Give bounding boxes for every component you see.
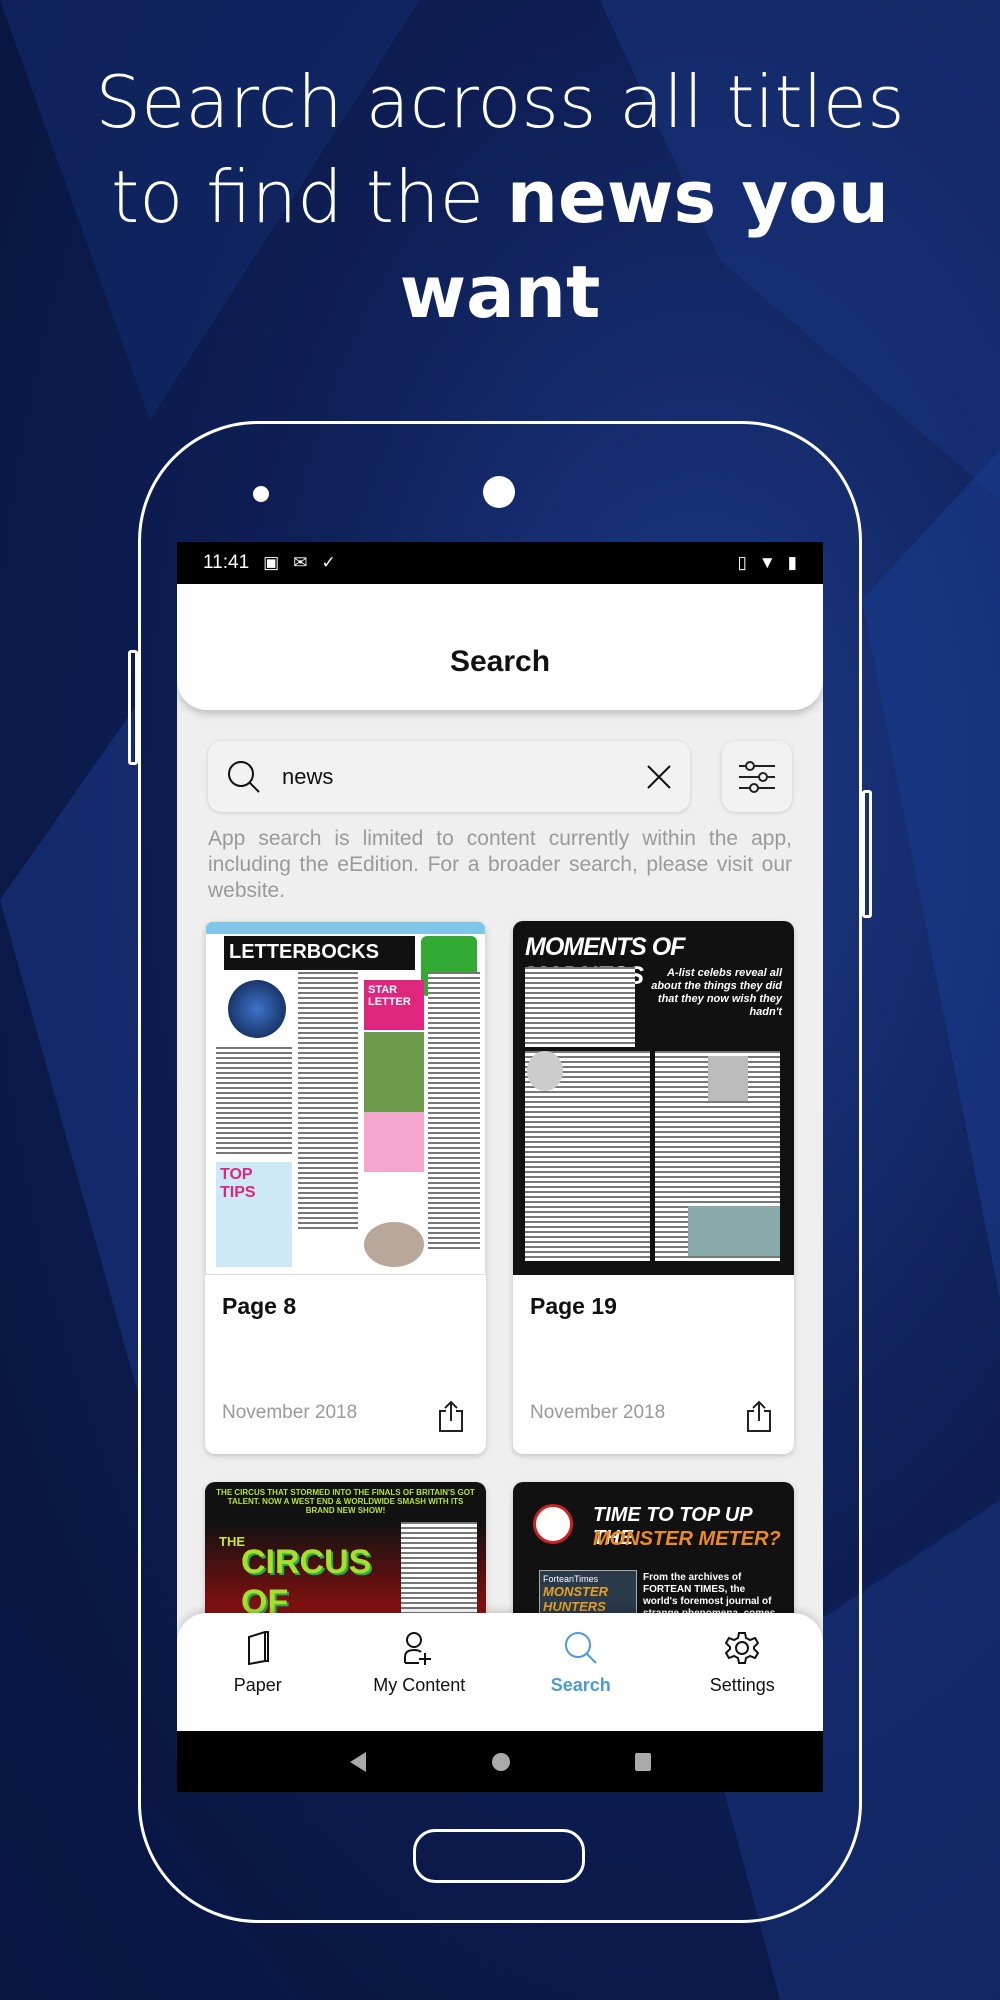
image-icon: ▣ [263,553,280,572]
nav-settings[interactable]: Settings [662,1613,824,1731]
nav-label: Settings [709,1675,775,1695]
nav-label: Paper [233,1675,282,1695]
home-icon[interactable] [491,1752,511,1772]
gmail-icon: ✉ [293,553,308,572]
add-user-icon [404,1632,432,1665]
battery-icon: ▮ [787,553,797,572]
page-title: Search [449,645,551,678]
headline: Search across all titles to find the new… [0,55,1000,340]
result-card[interactable]: MOMENTS OF MADNESS A-list celebs reveal … [513,921,794,1454]
sliders-icon [739,760,775,793]
gear-icon [725,1632,760,1664]
nav-label: Search [550,1675,611,1695]
thumb-sub: STAR LETTER [364,980,424,1030]
thumb-brand: ForteanTimes [543,1574,599,1584]
phone-home-button [413,1829,585,1883]
download-done-icon: ✓ [321,553,336,572]
wifi-icon: ▼ [758,553,776,572]
thumb-top-text: THE CIRCUS THAT STORMED INTO THE FINALS … [216,1488,475,1515]
status-bar: 11:41 ▣ ✉ ✓ ▯ ▼ ▮ [177,542,823,584]
search-input[interactable] [282,763,646,790]
bottom-nav: Paper My Content Search Settings [177,1613,823,1731]
result-date: November 2018 [222,1402,358,1423]
back-icon[interactable] [348,1751,368,1773]
search-box [208,741,690,812]
phone-side-button-right [862,790,872,918]
thumb-book: MONSTER HUNTERS [543,1584,608,1614]
system-nav-bar [177,1731,823,1792]
phone-camera [483,476,515,508]
search-icon [564,1632,597,1664]
page-thumbnail: LETTERBOCKS STAR LETTER TOP TIPS [205,921,486,1275]
page-label: Page 8 [222,1293,297,1319]
thumb-title-2: MONSTER METER? [593,1528,781,1550]
nav-label: My Content [373,1675,466,1695]
recents-icon[interactable] [634,1752,652,1772]
result-card[interactable]: LETTERBOCKS STAR LETTER TOP TIPS Page 8 … [205,921,486,1454]
page-label: Page 19 [530,1293,617,1319]
app-screen: 11:41 ▣ ✉ ✓ ▯ ▼ ▮ Search App search is l… [177,542,823,1792]
phone-side-button-left [128,650,138,765]
headline-line1: Search across all titles [95,60,905,144]
app-header: Search [177,584,823,710]
nav-paper[interactable]: Paper [177,1613,339,1731]
search-icon [228,760,260,793]
book-icon [247,1631,269,1665]
phone-sensor [253,486,269,502]
thumb-extra: TOP TIPS [216,1162,292,1267]
headline-line2-bold: news you [506,155,889,239]
thumb-sub: A-list celebs reveal all about the thing… [651,967,782,1018]
result-date: November 2018 [530,1402,666,1423]
headline-line2: to find the [111,155,507,239]
filter-button[interactable] [722,741,792,812]
vibrate-icon: ▯ [737,553,747,572]
nav-search[interactable]: Search [500,1613,662,1731]
share-icon[interactable] [438,1400,464,1432]
thumb-title: LETTERBOCKS [224,936,415,970]
nav-my-content[interactable]: My Content [339,1613,501,1731]
page-thumbnail: MOMENTS OF MADNESS A-list celebs reveal … [513,921,794,1275]
share-icon[interactable] [746,1400,772,1432]
search-info-text: App search is limited to content current… [208,827,792,902]
headline-line3-bold: want [399,250,601,334]
close-icon[interactable] [646,764,672,790]
status-time: 11:41 [203,552,250,573]
